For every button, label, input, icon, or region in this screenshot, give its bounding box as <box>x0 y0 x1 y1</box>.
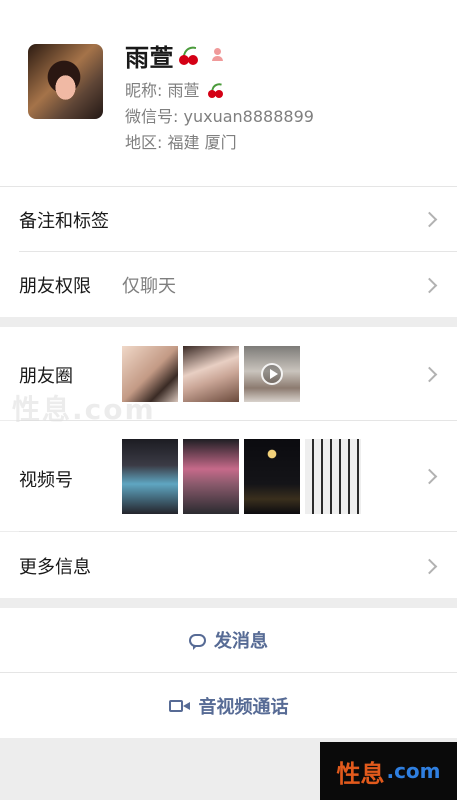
moments-video-thumb[interactable] <box>244 346 300 402</box>
more-info-row[interactable]: 更多信息 <box>0 532 457 598</box>
more-info-label: 更多信息 <box>19 557 91 578</box>
cherry-emoji-icon <box>176 43 200 67</box>
profile-name: 雨萱 <box>125 43 174 72</box>
play-icon <box>261 363 283 385</box>
chevron-right-icon <box>421 468 438 485</box>
wechat-id-line: 微信号: yuxuan8888899 <box>125 103 314 127</box>
friend-permissions-value: 仅聊天 <box>122 276 176 297</box>
avatar[interactable] <box>28 44 103 119</box>
channels-video-thumb[interactable] <box>183 439 239 514</box>
video-call-button[interactable]: 音视频通话 <box>0 673 457 738</box>
brand-logo-part2: .com <box>386 759 441 783</box>
nickname-value: 雨萱 <box>167 81 200 100</box>
friend-permissions-label: 朋友权限 <box>19 276 91 297</box>
region-line: 地区: 福建 厦门 <box>125 129 237 153</box>
wechat-id-value: yuxuan8888899 <box>183 107 314 126</box>
chevron-right-icon <box>421 366 438 383</box>
video-camera-icon <box>168 699 191 713</box>
chevron-right-icon <box>421 558 438 575</box>
nickname-label: 昵称: <box>125 81 163 100</box>
profile-header: 雨萱 昵称: 雨萱 微信号: yuxuan8888899 地区: 福建 厦门 备… <box>0 0 457 317</box>
chevron-right-icon <box>421 211 438 228</box>
channels-video-thumb[interactable] <box>305 439 361 514</box>
channels-video-thumb[interactable] <box>244 439 300 514</box>
wechat-id-label: 微信号: <box>125 107 179 126</box>
region-label: 地区: <box>125 133 163 152</box>
female-gender-icon <box>210 48 224 62</box>
cherry-emoji-icon <box>205 80 225 100</box>
moments-label: 朋友圈 <box>19 366 73 387</box>
send-message-label: 发消息 <box>214 631 268 652</box>
channels-video-thumb[interactable] <box>122 439 178 514</box>
name-row: 雨萱 <box>125 39 224 72</box>
nickname-line: 昵称: 雨萱 <box>125 77 225 101</box>
moments-photo[interactable] <box>183 346 239 402</box>
friend-permissions-row[interactable]: 朋友权限 仅聊天 <box>0 252 457 317</box>
region-value: 福建 厦门 <box>167 133 237 152</box>
channels-row[interactable]: 视频号 <box>0 421 457 531</box>
remarks-tags-row[interactable]: 备注和标签 <box>0 187 457 251</box>
channels-label: 视频号 <box>19 470 73 491</box>
chat-bubble-icon <box>189 633 206 650</box>
brand-logo-part1: 性息 <box>336 759 385 788</box>
video-call-label: 音视频通话 <box>198 696 289 718</box>
brand-logo: 性息 .com <box>320 742 457 800</box>
remarks-tags-label: 备注和标签 <box>19 211 109 232</box>
chevron-right-icon <box>421 277 438 294</box>
watermark-text: 性息.com <box>12 393 156 426</box>
send-message-button[interactable]: 发消息 <box>0 608 457 672</box>
